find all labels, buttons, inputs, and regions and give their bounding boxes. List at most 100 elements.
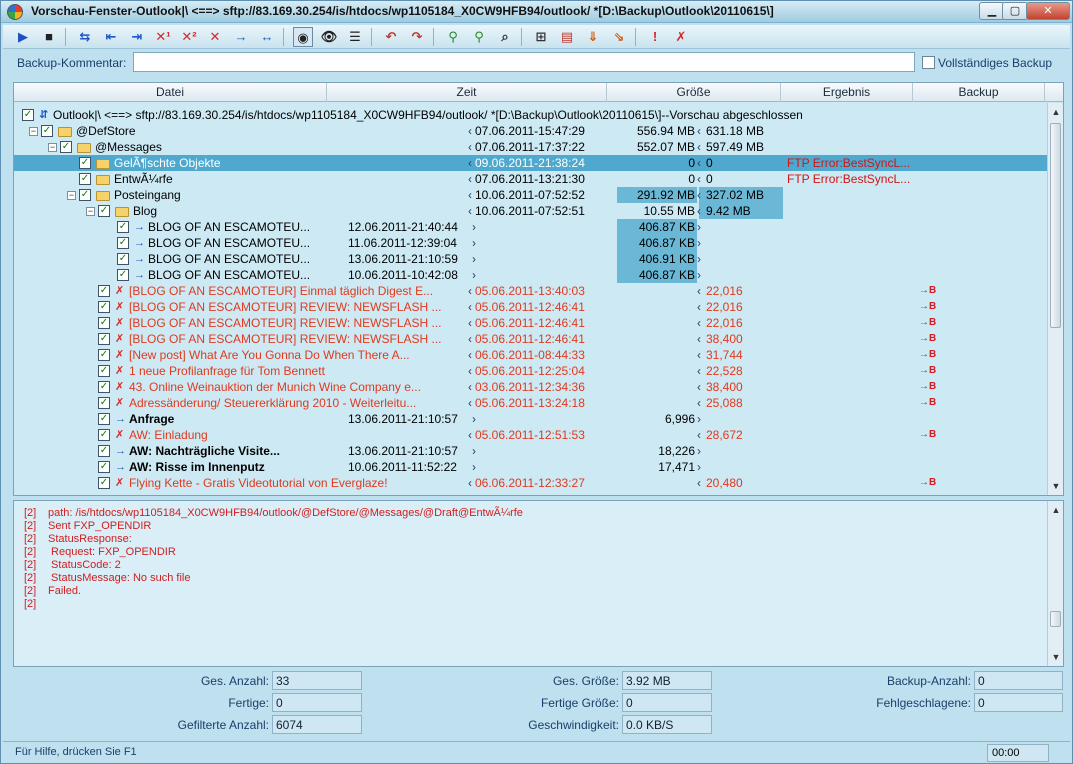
row-checkbox[interactable]: ✓	[98, 365, 110, 377]
tree-row[interactable]: − ✓ Blog ‹ 10.06.2011-07:52:51 10.55 MB ‹ 9.42 …	[14, 203, 1048, 219]
row-checkbox[interactable]: ✓	[98, 317, 110, 329]
move-left-icon[interactable]: ↔	[257, 27, 277, 47]
scroll-down-icon[interactable]: ▼	[1049, 479, 1063, 493]
tree-row[interactable]: ✓ ✗ [BLOG OF AN ESCAMOTEUR] Einmal täglich…	[14, 283, 1048, 299]
row-checkbox[interactable]: ✓	[98, 413, 110, 425]
tree-row[interactable]: ✓ ✗ [New post] What Are You Gonna Do When …	[14, 347, 1048, 363]
file-tree-list[interactable]: Datei Zeit Größe Ergebnis Backup ✓ ⇵ Outlo…	[13, 82, 1064, 496]
scroll-thumb[interactable]	[1050, 611, 1061, 627]
column-groesse[interactable]: Größe	[607, 83, 781, 102]
row-checkbox[interactable]: ✓	[98, 477, 110, 489]
row-checkbox[interactable]: ✓	[98, 301, 110, 313]
title-bar[interactable]: Vorschau-Fenster-Outlook|\ <==> sftp://8…	[1, 1, 1072, 23]
delete-icon[interactable]: ✕	[205, 27, 225, 47]
tree-row[interactable]: ✓ ✗ [BLOG OF AN ESCAMOTEUR] REVIEW: NEWSFL…	[14, 331, 1048, 347]
arrow-down-icon[interactable]: ⇓	[583, 27, 603, 47]
preview-icon[interactable]: ◉	[293, 27, 313, 47]
redo-icon[interactable]: ↷	[407, 27, 427, 47]
log-panel[interactable]: [2] path: /is/htdocs/wp1105184_X0CW9HFB94…	[13, 500, 1064, 667]
tree-row[interactable]: ✓ ✗ 1 neue Profilanfrage für Tom Bennett ‹ 0…	[14, 363, 1048, 379]
tree-scrollbar[interactable]: ▲ ▼	[1047, 103, 1063, 495]
copy-left-icon[interactable]: ⇤	[101, 27, 121, 47]
copy-right-icon[interactable]: ⇥	[127, 27, 147, 47]
select-all-icon[interactable]: ▤	[557, 27, 577, 47]
tree-icon[interactable]: ⊞	[531, 27, 551, 47]
filter-plus-icon[interactable]: ⚲	[469, 27, 489, 47]
row-checkbox[interactable]: ✓	[98, 397, 110, 409]
row-checkbox[interactable]: ✓	[98, 285, 110, 297]
tree-row[interactable]: ✓ → BLOG OF AN ESCAMOTEU... 13.06.2011-21:1…	[14, 251, 1048, 267]
play-icon[interactable]: ▶	[13, 27, 33, 47]
row-checkbox[interactable]: ✓	[41, 125, 53, 137]
stop-icon[interactable]: ■	[39, 27, 59, 47]
tree-row[interactable]: − ✓ @Messages ‹ 07.06.2011-17:37:22 552.07 MB…	[14, 139, 1048, 155]
tree-row[interactable]: ✓ ✗ [BLOG OF AN ESCAMOTEUR] REVIEW: NEWSFL…	[14, 299, 1048, 315]
row-checkbox[interactable]: ✓	[98, 461, 110, 473]
scroll-thumb[interactable]	[1050, 123, 1061, 328]
tree-row[interactable]: ✓ → AW: Risse im Innenputz 10.06.2011-11:52…	[14, 459, 1048, 475]
expand-toggle-icon[interactable]: −	[86, 207, 95, 216]
row-checkbox[interactable]: ✓	[22, 109, 34, 121]
row-checkbox[interactable]: ✓	[79, 189, 91, 201]
row-checkbox[interactable]: ✓	[98, 429, 110, 441]
filter-icon[interactable]: ⚲	[443, 27, 463, 47]
row-checkbox[interactable]: ✓	[117, 269, 129, 281]
row-checkbox[interactable]: ✓	[117, 237, 129, 249]
tree-row[interactable]: ✓ → Anfrage 13.06.2011-21:10:57 › 6,996 ›	[14, 411, 1048, 427]
row-checkbox[interactable]: ✓	[98, 349, 110, 361]
tree-row[interactable]: ✓ GelÃ¶schte Objekte ‹ 09.06.2011-21:38:24 0…	[14, 155, 1048, 171]
row-checkbox[interactable]: ✓	[98, 205, 110, 217]
eye-icon[interactable]: 👁	[319, 27, 339, 47]
column-backup[interactable]: Backup	[913, 83, 1045, 102]
row-checkbox[interactable]: ✓	[98, 333, 110, 345]
column-datei[interactable]: Datei	[14, 83, 327, 102]
row-checkbox[interactable]: ✓	[79, 157, 91, 169]
expand-toggle-icon[interactable]: −	[67, 191, 76, 200]
delete-1-icon[interactable]: ✕¹	[153, 27, 173, 47]
row-backup-badge: →B	[919, 397, 937, 408]
arrow-down-right-icon[interactable]: ⇘	[609, 27, 629, 47]
tree-row[interactable]: ✓ ✗ 43. Online Weinauktion der Munich Wine…	[14, 379, 1048, 395]
row-checkbox[interactable]: ✓	[79, 173, 91, 185]
tree-row[interactable]: ✓ ⇵ Outlook|\ <==> sftp://83.169.30.254/is…	[14, 107, 1048, 123]
tree-row[interactable]: ✓ → BLOG OF AN ESCAMOTEU... 10.06.2011-10:4…	[14, 267, 1048, 283]
tree-row[interactable]: − ✓ @DefStore ‹ 07.06.2011-15:47:29 556.94 MB…	[14, 123, 1048, 139]
tree-row[interactable]: ✓ ✗ AW: Einladung ‹ 05.06.2011-12:51:53 ‹ 28,6…	[14, 427, 1048, 443]
sync-icon[interactable]: ⇆	[75, 27, 95, 47]
find-icon[interactable]: ⌕	[495, 27, 515, 47]
log-scrollbar[interactable]: ▲ ▼	[1047, 501, 1063, 666]
tree-row[interactable]: ✓ → AW: Nachträgliche Visite... 13.06.2011-…	[14, 443, 1048, 459]
row-checkbox[interactable]: ✓	[98, 381, 110, 393]
eye-list-icon[interactable]: ☰	[345, 27, 365, 47]
tree-row[interactable]: ✓ ✗ Flying Kette - Gratis Videotutorial vo…	[14, 475, 1048, 491]
expand-toggle-icon[interactable]: −	[48, 143, 57, 152]
expand-toggle-icon[interactable]: −	[29, 127, 38, 136]
close-button[interactable]: ✕	[1026, 2, 1070, 20]
scroll-up-icon[interactable]: ▲	[1049, 105, 1063, 119]
status-help-text: Für Hilfe, drücken Sie F1	[15, 746, 137, 758]
filtered-count-value: 6074	[272, 715, 362, 734]
backup-comment-input[interactable]	[133, 52, 915, 72]
compare-right-icon: ›	[697, 444, 701, 458]
column-ergebnis[interactable]: Ergebnis	[781, 83, 913, 102]
maximize-button[interactable]: ▢	[1002, 2, 1028, 20]
tree-row[interactable]: ✓ → BLOG OF AN ESCAMOTEU... 12.06.2011-21:4…	[14, 219, 1048, 235]
scroll-up-icon[interactable]: ▲	[1049, 503, 1063, 517]
tree-row[interactable]: ✓ ✗ [BLOG OF AN ESCAMOTEUR] REVIEW: NEWSFL…	[14, 315, 1048, 331]
undo-icon[interactable]: ↶	[381, 27, 401, 47]
alert-icon[interactable]: !	[645, 27, 665, 47]
row-checkbox[interactable]: ✓	[117, 221, 129, 233]
row-checkbox[interactable]: ✓	[98, 445, 110, 457]
remove-icon[interactable]: ✗	[671, 27, 691, 47]
tree-row[interactable]: ✓ → BLOG OF AN ESCAMOTEU... 11.06.2011-12:3…	[14, 235, 1048, 251]
scroll-down-icon[interactable]: ▼	[1049, 650, 1063, 664]
tree-row[interactable]: ✓ ✗ Adressänderung/ Steuererklärung 2010 -…	[14, 395, 1048, 411]
move-right-icon[interactable]: →	[231, 27, 251, 47]
row-checkbox[interactable]: ✓	[60, 141, 72, 153]
row-checkbox[interactable]: ✓	[117, 253, 129, 265]
tree-row[interactable]: ✓ EntwÃ¼rfe ‹ 07.06.2011-13:21:30 0 ‹ 0 FTP Err…	[14, 171, 1048, 187]
full-backup-checkbox[interactable]	[922, 56, 935, 69]
delete-2-icon[interactable]: ✕²	[179, 27, 199, 47]
column-zeit[interactable]: Zeit	[327, 83, 607, 102]
tree-row[interactable]: − ✓ Posteingang ‹ 10.06.2011-07:52:52 291.92 …	[14, 187, 1048, 203]
